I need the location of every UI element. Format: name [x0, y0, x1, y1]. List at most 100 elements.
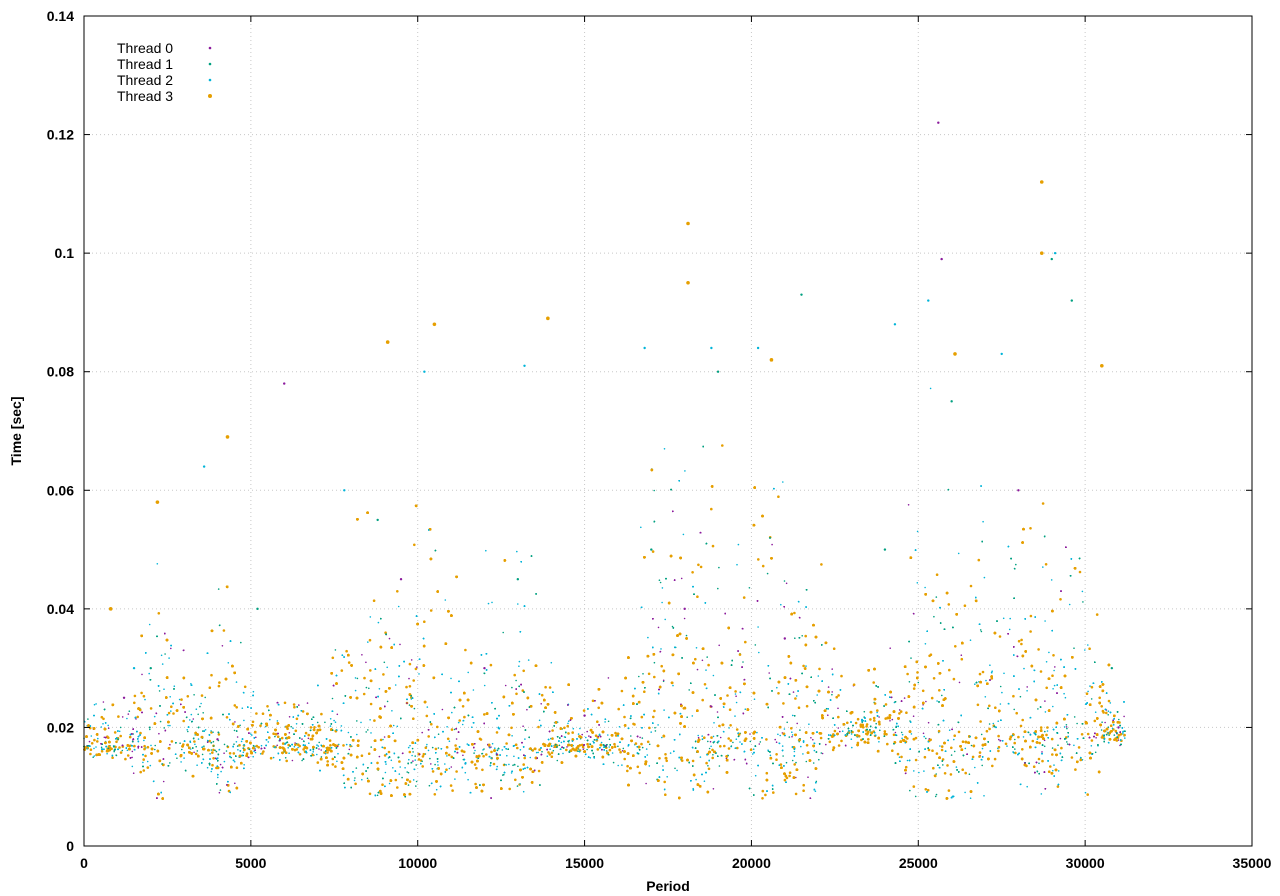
- cloud-point: [1009, 617, 1011, 620]
- cloud-point: [754, 774, 757, 777]
- cloud-point: [516, 746, 519, 750]
- cloud-point: [356, 677, 359, 680]
- cloud-point: [519, 783, 521, 785]
- cloud-point: [210, 770, 213, 773]
- cloud-point: [805, 665, 807, 667]
- cloud-point: [143, 744, 146, 748]
- cloud-point: [753, 698, 756, 700]
- cloud-point: [354, 782, 357, 786]
- cloud-point: [1031, 739, 1035, 743]
- cloud-point: [126, 754, 130, 757]
- cloud-point: [872, 681, 875, 684]
- cloud-point: [444, 599, 447, 601]
- cloud-point: [712, 754, 714, 756]
- cloud-point: [794, 792, 798, 796]
- cloud-point: [304, 731, 308, 735]
- cloud-point: [1045, 686, 1048, 690]
- cloud-point: [243, 719, 245, 722]
- cloud-point: [356, 733, 358, 736]
- cloud-point: [567, 732, 570, 735]
- cloud-point: [771, 543, 773, 546]
- cloud-point: [1039, 726, 1043, 729]
- cloud-point: [1044, 700, 1046, 702]
- cloud-point: [558, 744, 561, 747]
- cloud-point: [190, 683, 192, 685]
- cloud-point: [408, 685, 412, 688]
- cloud-point: [796, 722, 798, 725]
- cloud-point: [732, 741, 734, 744]
- cloud-point: [805, 744, 809, 747]
- cloud-point: [549, 748, 551, 750]
- cloud-point: [646, 754, 649, 756]
- cloud-point: [988, 727, 991, 731]
- cloud-point: [370, 746, 373, 748]
- cloud-point: [1105, 711, 1108, 715]
- cloud-point: [949, 773, 953, 776]
- cloud-point: [414, 667, 418, 671]
- cloud-point: [213, 745, 215, 747]
- cloud-point: [819, 736, 823, 740]
- cloud-point: [1114, 729, 1118, 733]
- cloud-point: [294, 729, 298, 733]
- cloud-point: [208, 686, 212, 689]
- cloud-point: [427, 735, 431, 738]
- cloud-point: [1090, 685, 1094, 689]
- cloud-point: [924, 586, 926, 589]
- cloud-point: [1014, 738, 1016, 741]
- cloud-point: [317, 745, 320, 747]
- cloud-point: [572, 727, 575, 730]
- cloud-point: [235, 681, 238, 683]
- cloud-point: [640, 526, 642, 529]
- cloud-point: [946, 764, 949, 767]
- cloud-point: [433, 793, 437, 796]
- cloud-point: [437, 747, 440, 749]
- cloud-point: [904, 765, 908, 769]
- cloud-point: [1019, 695, 1022, 698]
- cloud-point: [284, 757, 287, 759]
- cloud-point: [1081, 590, 1084, 593]
- cloud-point: [133, 744, 136, 748]
- cloud-point: [638, 771, 641, 775]
- cloud-point: [369, 669, 372, 672]
- cloud-point: [474, 782, 477, 786]
- cloud-point: [608, 738, 611, 741]
- cloud-point: [710, 736, 713, 739]
- cloud-point: [676, 769, 678, 772]
- cloud-point: [538, 719, 541, 722]
- cloud-point: [792, 691, 795, 693]
- cloud-point: [597, 735, 600, 738]
- cloud-point: [126, 749, 129, 752]
- cloud-point: [93, 755, 96, 757]
- cloud-point: [663, 780, 666, 784]
- cloud-point: [1052, 769, 1054, 772]
- cloud-point: [697, 734, 699, 737]
- cloud-point: [820, 563, 823, 566]
- cloud-point: [1090, 739, 1094, 742]
- cloud-point: [446, 737, 450, 741]
- cloud-point: [167, 711, 171, 715]
- cloud-point: [884, 703, 888, 706]
- cloud-point: [757, 558, 760, 561]
- cloud-point: [169, 762, 171, 764]
- cloud-point: [285, 759, 289, 763]
- cloud-point: [340, 669, 344, 672]
- cloud-point: [340, 725, 343, 727]
- cloud-point: [354, 777, 356, 779]
- cloud-point: [1013, 708, 1015, 711]
- cloud-point: [969, 639, 972, 641]
- cloud-point: [694, 657, 697, 661]
- cloud-point: [268, 736, 271, 739]
- cloud-point: [937, 729, 941, 733]
- cloud-point: [431, 770, 435, 773]
- cloud-point: [580, 743, 584, 747]
- cloud-point: [139, 770, 142, 774]
- cloud-point: [831, 668, 833, 670]
- cloud-point: [701, 698, 704, 702]
- cloud-point: [758, 651, 760, 654]
- cloud-point: [1038, 762, 1040, 765]
- cloud-point: [1100, 729, 1103, 731]
- cloud-point: [288, 716, 291, 718]
- cloud-point: [1043, 745, 1046, 748]
- cloud-point: [623, 757, 626, 761]
- cloud-point: [390, 759, 393, 762]
